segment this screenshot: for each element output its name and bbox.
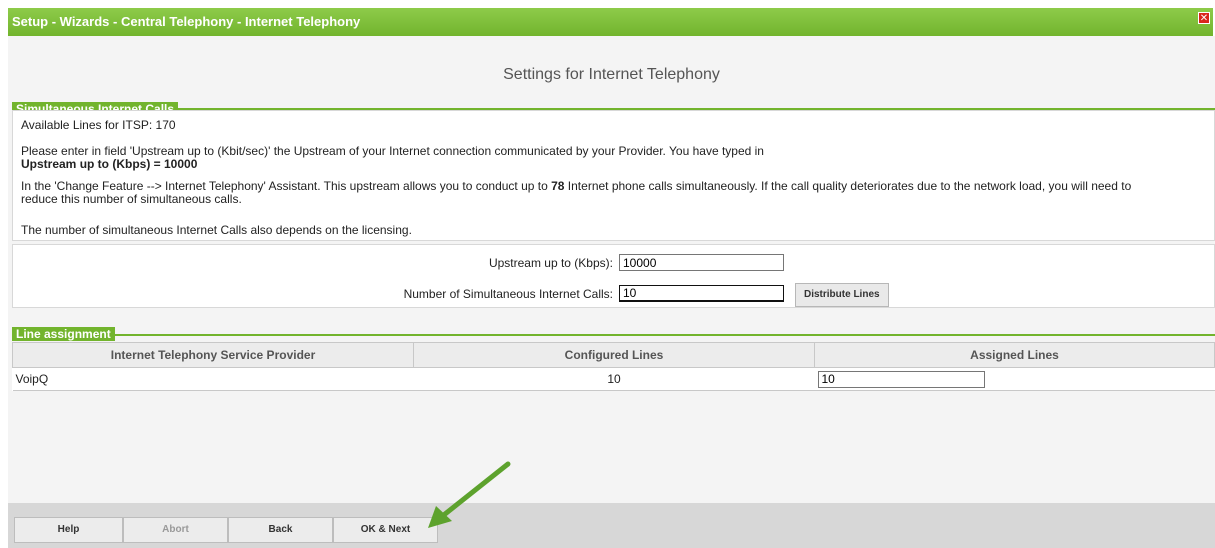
assigned-lines-cell: [814, 367, 1215, 391]
arrow-icon: [428, 461, 511, 528]
assigned-lines-input[interactable]: [817, 370, 985, 388]
close-icon[interactable]: ✕: [1198, 12, 1210, 24]
back-button[interactable]: Back: [228, 517, 333, 543]
abort-button[interactable]: Abort: [123, 517, 228, 543]
window-title: Setup - Wizards - Central Telephony - In…: [12, 14, 361, 29]
available-lines-text: Available Lines for ITSP: 170: [21, 118, 176, 132]
section-divider: [12, 334, 1215, 336]
licensing-note-text: The number of simultaneous Internet Call…: [21, 223, 412, 237]
table-header-row: Internet Telephony Service Provider Conf…: [12, 342, 1215, 368]
upstream-input[interactable]: [619, 254, 784, 271]
simultaneous-fields-panel: Upstream up to (Kbps): Number of Simulta…: [12, 244, 1215, 308]
simultaneous-info-panel: Available Lines for ITSP: 170 Please ent…: [12, 110, 1215, 241]
distribute-lines-button[interactable]: Distribute Lines: [795, 283, 889, 307]
table-row: VoipQ 10: [12, 367, 1215, 391]
upstream-capacity-text: In the 'Change Feature --> Internet Tele…: [21, 179, 1132, 206]
simultaneous-calls-label: Number of Simultaneous Internet Calls:: [403, 287, 613, 301]
footer-toolbar: Help Abort Back OK & Next: [8, 503, 1215, 548]
window-title-bar: Setup - Wizards - Central Telephony - In…: [8, 8, 1213, 36]
simultaneous-calls-input[interactable]: [619, 285, 784, 302]
page-title: Settings for Internet Telephony: [503, 66, 720, 83]
line-assignment-table: Internet Telephony Service Provider Conf…: [12, 342, 1215, 391]
provider-cell: VoipQ: [12, 367, 414, 391]
main-content: Settings for Internet Telephony Simultan…: [8, 36, 1215, 503]
section-label-line-assignment: Line assignment: [12, 327, 115, 341]
column-header-configured: Configured Lines: [413, 342, 815, 368]
help-button[interactable]: Help: [14, 517, 123, 543]
upstream-label: Upstream up to (Kbps):: [488, 256, 613, 270]
upstream-instruction-text: Please enter in field 'Upstream up to (K…: [21, 144, 764, 171]
configured-lines-cell: 10: [413, 367, 815, 391]
column-header-assigned: Assigned Lines: [814, 342, 1215, 368]
column-header-provider: Internet Telephony Service Provider: [12, 342, 414, 368]
